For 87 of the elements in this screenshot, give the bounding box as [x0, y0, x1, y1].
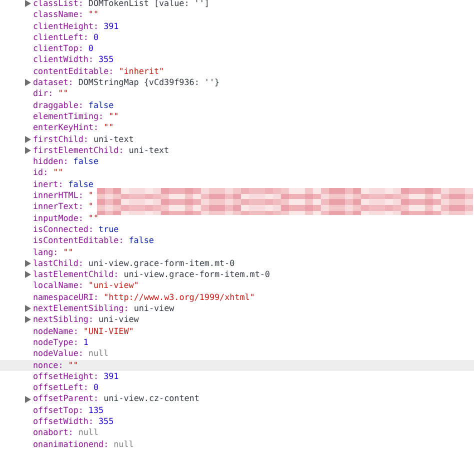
expand-arrow-icon[interactable] [25, 79, 31, 86]
property-value: 1 [83, 336, 88, 348]
property-value: "uni-view" [88, 280, 139, 292]
property-value: "" [104, 122, 114, 134]
property-value: "" [88, 9, 99, 21]
property-value: "UNI-VIEW" [83, 326, 134, 337]
property-value: "" [88, 212, 99, 224]
property-value: uni-text [93, 134, 134, 145]
expand-arrow-icon[interactable] [25, 271, 31, 278]
property-name: hidden: [33, 156, 68, 168]
property-name: enterKeyHint: [33, 122, 99, 134]
property-name: clientWidth: [33, 54, 94, 66]
property-name: offsetWidth: [33, 416, 94, 428]
property-value: 0 [88, 43, 94, 54]
property-name: innerHTML: [33, 190, 84, 202]
property-value: null [88, 348, 109, 360]
property-value: false [88, 100, 114, 111]
property-value: 135 [88, 404, 104, 416]
property-name: clientLeft: [33, 32, 88, 44]
property-name: draggable: [33, 100, 84, 111]
expand-arrow-icon[interactable] [25, 0, 31, 8]
property-value: 355 [98, 54, 114, 66]
expand-arrow-icon[interactable] [25, 396, 31, 403]
property-name: isContentEditable: [33, 235, 124, 247]
property-value: false [68, 178, 94, 190]
property-name: lang: [33, 246, 58, 258]
property-name: nextSibling: [33, 314, 94, 326]
expand-arrow-icon[interactable] [25, 147, 31, 154]
property-value: false [128, 235, 154, 247]
property-name: onanimationend: [33, 438, 109, 450]
property-value: uni-view [98, 314, 139, 326]
property-value: true [98, 224, 119, 236]
property-name: nodeType: [33, 336, 78, 348]
property-value: "http://www.w3.org/1999/xhtml" [104, 292, 255, 304]
property-name: innerText: [33, 201, 84, 213]
property-value: uni-view.grace-form-item.mt-0 [88, 258, 235, 270]
property-value: " [88, 201, 94, 213]
property-name: contentEditable: [33, 66, 114, 78]
property-value: uni-text [128, 144, 170, 156]
property-value: 391 [104, 20, 119, 32]
property-name: lastChild: [33, 258, 84, 270]
property-value: " [88, 190, 94, 202]
property-name: offsetHeight: [33, 370, 99, 382]
property-value: "inherit" [118, 66, 164, 78]
property-name: dir: [33, 88, 54, 100]
property-name: id: [33, 167, 48, 179]
property-name: dataset: [33, 77, 74, 88]
property-value: false [73, 156, 99, 168]
property-value: "" [53, 167, 64, 179]
property-value: 391 [104, 370, 119, 382]
property-name: nodeValue: [33, 348, 84, 360]
property-name: firstChild: [33, 134, 88, 145]
property-name: offsetLeft: [33, 382, 88, 394]
property-value: uni-view.cz-content [104, 393, 200, 405]
property-name: offsetTop: [33, 404, 84, 416]
property-value: uni-view.grace-form-item.mt-0 [124, 269, 270, 280]
property-name: clientHeight: [33, 20, 99, 32]
property-name: offsetParent: [33, 393, 99, 405]
property-value: "" [108, 110, 119, 122]
property-name: onabort: [33, 427, 74, 439]
property-name: clientTop: [33, 43, 84, 54]
property-name: isConnected: [33, 224, 94, 236]
property-name: localName: [33, 280, 84, 292]
property-name: nonce: [33, 360, 64, 371]
expand-arrow-icon[interactable] [25, 305, 31, 312]
property-value: "" [58, 88, 68, 100]
property-value: DOMStringMap {vCd39f936: ''} [78, 77, 220, 88]
property-name: inert: [33, 178, 64, 190]
property-value: 0 [93, 382, 99, 394]
property-name: elementTiming: [33, 110, 104, 122]
property-value: "" [63, 246, 74, 258]
property-name: nodeName: [33, 326, 78, 337]
expand-arrow-icon[interactable] [25, 136, 31, 143]
property-name: className: [33, 9, 84, 21]
expand-arrow-icon[interactable] [25, 260, 31, 267]
property-name: lastElementChild: [33, 269, 119, 280]
property-name: firstElementChild: [33, 144, 124, 156]
property-value: 0 [93, 32, 99, 44]
property-value: 355 [98, 416, 114, 428]
property-name: nextElementSibling: [33, 303, 129, 314]
property-value: uni-view [134, 303, 174, 314]
property-name: namespaceURI: [33, 292, 99, 304]
expand-arrow-icon[interactable] [25, 316, 31, 324]
property-value: "" [68, 360, 78, 371]
property-value: null [78, 427, 99, 439]
property-name: inputMode: [33, 212, 84, 224]
property-value: null [114, 438, 134, 450]
